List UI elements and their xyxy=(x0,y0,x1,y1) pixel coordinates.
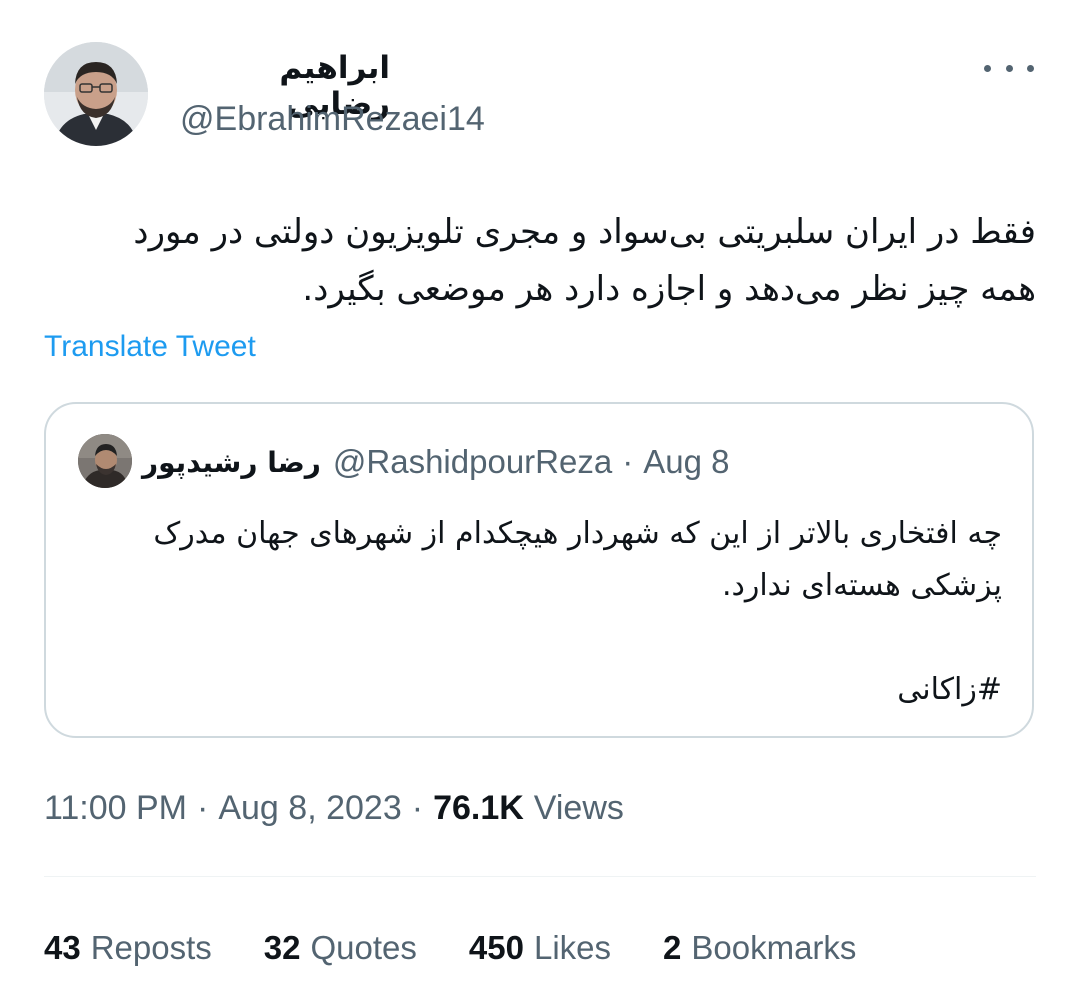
dot xyxy=(1005,64,1013,72)
tweet-date[interactable]: Aug 8, 2023 xyxy=(218,789,401,828)
likes-stat[interactable]: 450 Likes xyxy=(469,929,611,967)
quoted-author-handle: @RashidpourReza xyxy=(332,443,613,480)
reposts-count: 43 xyxy=(44,929,81,966)
tweet-meta: 11:00 PM · Aug 8, 2023 · 76.1K Views xyxy=(44,786,624,830)
bookmarks-stat[interactable]: 2 Bookmarks xyxy=(663,929,856,967)
divider xyxy=(44,876,1036,877)
dot xyxy=(984,64,991,72)
quotes-label: Quotes xyxy=(310,929,417,966)
separator-dot: · xyxy=(622,443,634,480)
quoted-tweet-date: Aug 8 xyxy=(643,443,730,480)
views-count: 76.1K xyxy=(433,788,524,827)
quoted-author-avatar xyxy=(78,434,132,488)
reposts-stat[interactable]: 43 Reposts xyxy=(44,929,212,967)
author-avatar[interactable] xyxy=(44,42,148,146)
quotes-count: 32 xyxy=(263,929,301,966)
quoted-author-name: رضا رشیدپور xyxy=(142,445,321,479)
quotes-stat[interactable]: 32 Quotes xyxy=(264,929,417,967)
likes-label: Likes xyxy=(533,929,612,966)
engagement-stats: 43 Reposts 32 Quotes 450 Likes 2 Bookmar… xyxy=(44,926,908,970)
views-label: Views xyxy=(533,788,624,827)
reposts-label: Reposts xyxy=(90,929,212,966)
author-handle[interactable]: @EbrahimRezaei14 xyxy=(180,100,485,139)
dot xyxy=(1027,64,1034,72)
separator-dot: · xyxy=(411,788,424,827)
tweet-time[interactable]: 11:00 PM xyxy=(44,789,187,828)
bookmarks-count: 2 xyxy=(663,929,682,966)
quoted-tweet-card[interactable]: رضا رشیدپور @RashidpourReza · Aug 8 چه ا… xyxy=(44,402,1034,738)
bookmarks-label: Bookmarks xyxy=(691,929,857,966)
translate-tweet-link[interactable]: Translate Tweet xyxy=(44,330,256,364)
likes-count: 450 xyxy=(468,929,524,966)
quoted-tweet-header: رضا رشیدپور @RashidpourReza · Aug 8 xyxy=(142,440,729,484)
separator-dot: · xyxy=(197,788,209,827)
tweet-text: فقط در ایران سلبریتی بی‌سواد و مجری تلوی… xyxy=(133,212,1036,309)
more-dots-icon[interactable] xyxy=(984,50,1034,86)
quoted-tweet-text: چه افتخاری بالاتر از این که شهردار هیچکد… xyxy=(153,516,1002,707)
